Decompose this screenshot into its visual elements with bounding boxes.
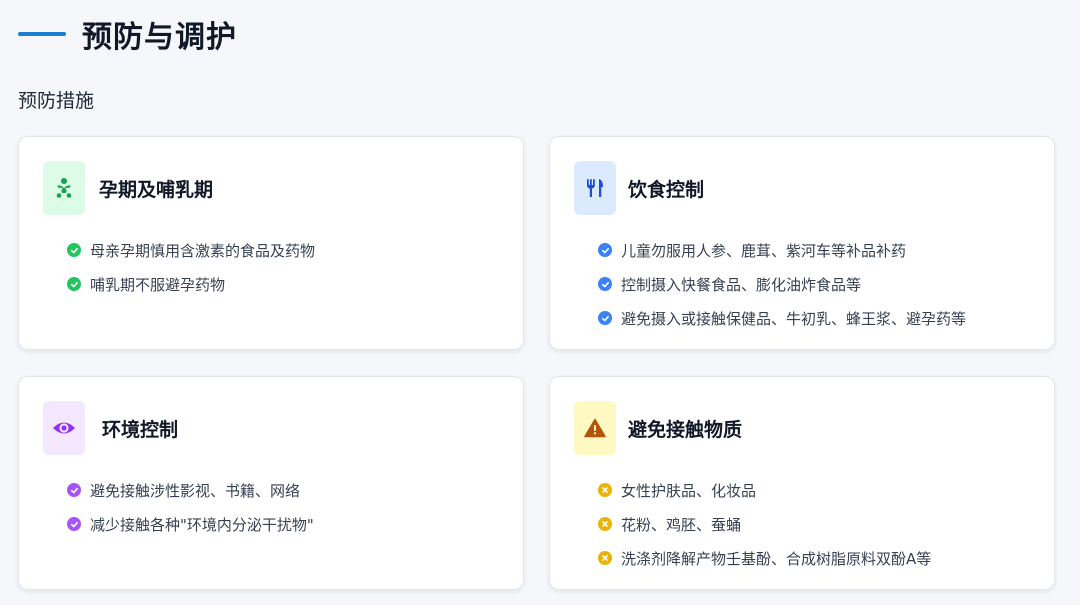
list-item: 花粉、鸡胚、蚕蛹 [598, 507, 931, 541]
list-item: 避免摄入或接触保健品、牛初乳、蜂王浆、避孕药等 [598, 301, 966, 335]
card-title: 环境控制 [102, 418, 179, 441]
list-item: 哺乳期不服避孕药物 [67, 267, 315, 301]
card-environment-control: 环境控制 避免接触涉性影视、书籍、网络 减少接触各种"环境内分泌干扰物" [18, 376, 524, 590]
list-item-text: 女性护肤品、化妆品 [621, 481, 757, 500]
x-circle-icon [598, 483, 612, 497]
list-item-text: 母亲孕期慎用含激素的食品及药物 [90, 241, 316, 260]
list-item-text: 避免接触涉性影视、书籍、网络 [90, 481, 301, 500]
check-circle-icon [67, 277, 81, 291]
item-list: 母亲孕期慎用含激素的食品及药物 哺乳期不服避孕药物 [67, 233, 315, 301]
check-circle-icon [598, 311, 612, 325]
check-circle-icon [67, 243, 81, 257]
baby-icon [43, 161, 85, 215]
warning-icon [574, 401, 616, 455]
item-list: 儿童勿服用人参、鹿茸、紫河车等补品补药 控制摄入快餐食品、膨化油炸食品等 避免摄… [598, 233, 966, 335]
list-item: 避免接触涉性影视、书籍、网络 [67, 473, 314, 507]
check-circle-icon [598, 243, 612, 257]
list-item-text: 洗涤剂降解产物壬基酚、合成树脂原料双酚A等 [621, 549, 932, 568]
card-title: 饮食控制 [628, 178, 705, 201]
utensils-icon [574, 161, 616, 215]
list-item: 控制摄入快餐食品、膨化油炸食品等 [598, 267, 966, 301]
page-header: 预防与调护 [18, 14, 237, 55]
section-subtitle: 预防措施 [18, 90, 95, 112]
list-item-text: 减少接触各种"环境内分泌干扰物" [90, 515, 314, 534]
card-pregnancy-lactation: 孕期及哺乳期 母亲孕期慎用含激素的食品及药物 哺乳期不服避孕药物 [18, 136, 524, 350]
list-item-text: 花粉、鸡胚、蚕蛹 [621, 515, 742, 534]
list-item-text: 避免摄入或接触保健品、牛初乳、蜂王浆、避孕药等 [621, 309, 967, 328]
card-avoid-substances: 避免接触物质 女性护肤品、化妆品 花粉、鸡胚、蚕蛹 洗涤剂降解产物壬基酚、合成树… [549, 376, 1055, 590]
eye-icon [43, 401, 85, 455]
x-circle-icon [598, 517, 612, 531]
page-title: 预防与调护 [82, 20, 237, 55]
list-item: 减少接触各种"环境内分泌干扰物" [67, 507, 314, 541]
x-circle-icon [598, 551, 612, 565]
header-accent-bar [18, 32, 66, 36]
list-item-text: 控制摄入快餐食品、膨化油炸食品等 [621, 275, 862, 294]
check-circle-icon [598, 277, 612, 291]
list-item: 女性护肤品、化妆品 [598, 473, 931, 507]
check-circle-icon [67, 483, 81, 497]
list-item-text: 哺乳期不服避孕药物 [90, 275, 226, 294]
list-item-text: 儿童勿服用人参、鹿茸、紫河车等补品补药 [621, 241, 907, 260]
item-list: 女性护肤品、化妆品 花粉、鸡胚、蚕蛹 洗涤剂降解产物壬基酚、合成树脂原料双酚A等 [598, 473, 931, 575]
card-title: 孕期及哺乳期 [99, 178, 214, 201]
list-item: 母亲孕期慎用含激素的食品及药物 [67, 233, 315, 267]
card-diet-control: 饮食控制 儿童勿服用人参、鹿茸、紫河车等补品补药 控制摄入快餐食品、膨化油炸食品… [549, 136, 1055, 350]
item-list: 避免接触涉性影视、书籍、网络 减少接触各种"环境内分泌干扰物" [67, 473, 314, 541]
list-item: 洗涤剂降解产物壬基酚、合成树脂原料双酚A等 [598, 541, 931, 575]
check-circle-icon [67, 517, 81, 531]
list-item: 儿童勿服用人参、鹿茸、紫河车等补品补药 [598, 233, 966, 267]
card-title: 避免接触物质 [628, 418, 743, 441]
